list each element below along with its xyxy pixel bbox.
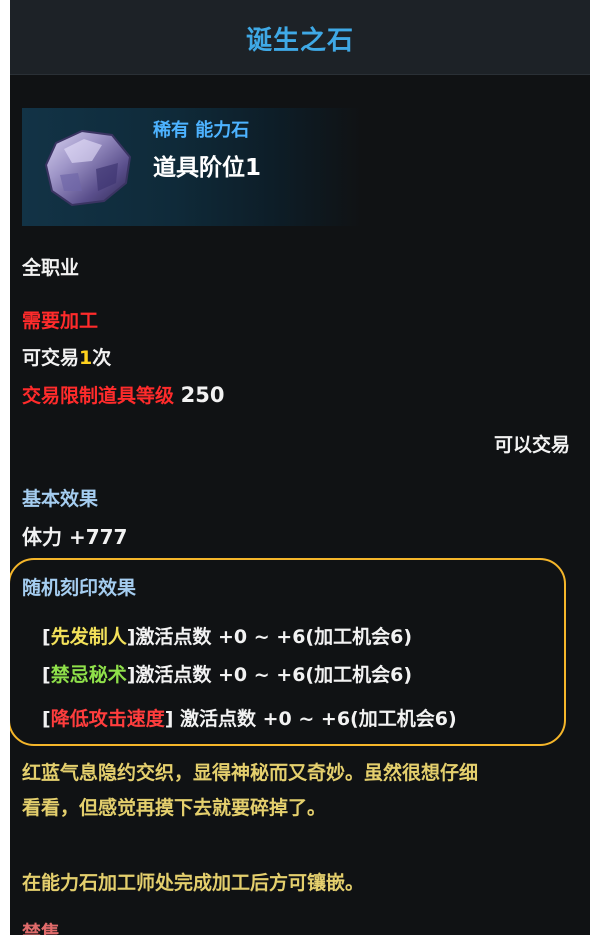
engrave-value: 激活点数 +0 ~ +6(加工机会6) bbox=[135, 664, 413, 686]
trade-count-prefix: 可交易 bbox=[22, 347, 80, 369]
item-description-line: 看看，但感觉再摸下去就要碎掉了。 bbox=[22, 797, 327, 819]
trade-level-value: 250 bbox=[180, 383, 225, 407]
engrave-value: 激活点数 +0 ~ +6(加工机会6) bbox=[173, 708, 457, 730]
processing-required: 需要加工 bbox=[22, 310, 99, 332]
title-bar: 诞生之石 bbox=[10, 0, 590, 75]
trade-count-value: 1 bbox=[79, 347, 93, 369]
engrave-entry: [先发制人]激活点数 +0 ~ +6(加工机会6) bbox=[42, 622, 412, 649]
engrave-name: 先发制人 bbox=[50, 626, 127, 648]
job-restriction: 全职业 bbox=[22, 257, 80, 279]
bracket-open: [ bbox=[42, 626, 51, 648]
engrave-entry: [禁忌秘术]激活点数 +0 ~ +6(加工机会6) bbox=[42, 660, 412, 687]
engrave-entry: [降低攻击速度] 激活点数 +0 ~ +6(加工机会6) bbox=[42, 704, 457, 731]
basic-effect-stat: 体力 +777 bbox=[22, 525, 128, 549]
item-tier: 道具阶位1 bbox=[153, 155, 262, 181]
item-tooltip: 诞生之石 稀有 能力石 道具阶位1 全职业 需要加工 可交易1次 交易限制道具等… bbox=[10, 0, 590, 935]
item-rarity-type: 稀有 能力石 bbox=[153, 120, 250, 141]
engrave-name: 降低攻击速度 bbox=[50, 708, 165, 730]
trade-level-limit: 交易限制道具等级 250 bbox=[22, 381, 224, 408]
trade-count-suffix: 次 bbox=[92, 347, 112, 369]
engrave-value: 激活点数 +0 ~ +6(加工机会6) bbox=[135, 626, 413, 648]
random-engrave-label: 随机刻印效果 bbox=[22, 577, 137, 599]
item-name: 诞生之石 bbox=[245, 26, 354, 56]
item-description-line: 红蓝气息隐约交织，显得神秘而又奇妙。虽然很想仔细 bbox=[22, 762, 479, 784]
trade-count: 可交易1次 bbox=[22, 343, 111, 370]
sale-restriction: 禁售 bbox=[22, 922, 61, 935]
bracket-open: [ bbox=[42, 664, 51, 686]
tradable-status: 可以交易 bbox=[493, 434, 570, 456]
ability-stone-icon bbox=[44, 129, 132, 207]
socket-instruction: 在能力石加工师处完成加工后方可镶嵌。 bbox=[22, 872, 365, 894]
trade-level-label: 交易限制道具等级 bbox=[22, 385, 175, 407]
bracket-open: [ bbox=[42, 708, 51, 730]
basic-effect-label: 基本效果 bbox=[22, 488, 99, 510]
engrave-name: 禁忌秘术 bbox=[50, 664, 127, 686]
